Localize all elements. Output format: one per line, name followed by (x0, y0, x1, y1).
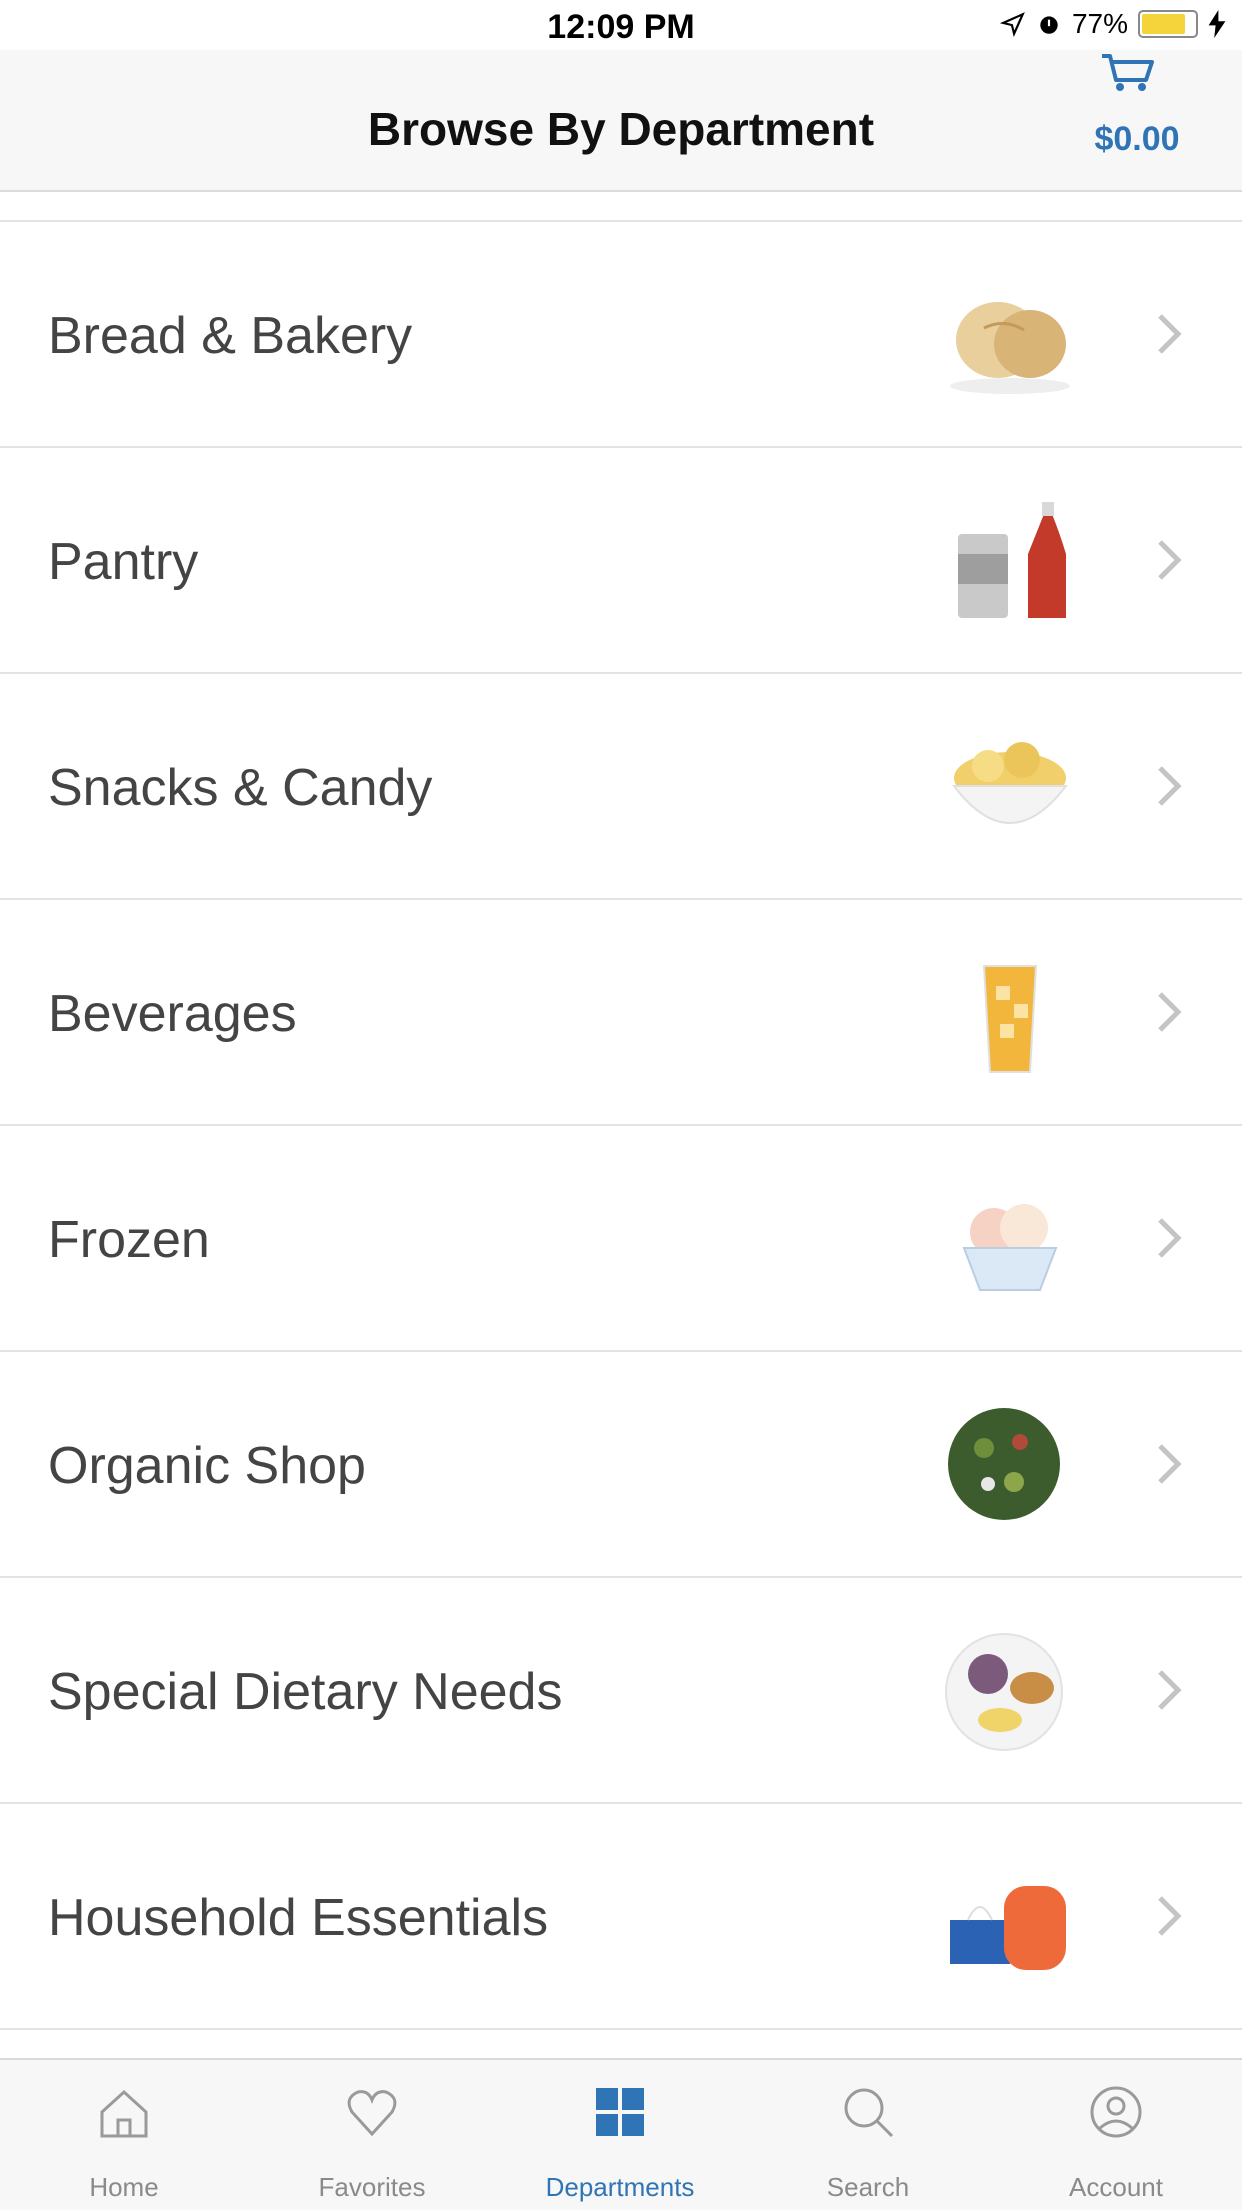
status-indicators: 77% (999, 8, 1226, 40)
chevron-right-icon (1158, 1896, 1182, 1936)
department-row-frozen[interactable]: Frozen (0, 1124, 1242, 1350)
department-label: Bread & Bakery (48, 307, 413, 365)
battery-icon (1138, 10, 1198, 38)
bread-image (950, 302, 1070, 394)
chevron-right-icon (1158, 992, 1182, 1032)
department-label: Snacks & Candy (48, 759, 433, 817)
chevron-right-icon (1158, 766, 1182, 806)
meal-plate-image (945, 1633, 1063, 1751)
ice-cream-image (962, 1204, 1058, 1291)
tab-bar: Home Favorites Departments Search Accoun… (0, 2058, 1242, 2210)
department-label: Pantry (48, 533, 199, 591)
department-row-bread-bakery[interactable]: Bread & Bakery (0, 220, 1242, 446)
search-icon (844, 2088, 894, 2138)
alarm-icon (1040, 16, 1058, 34)
chevron-right-icon (1158, 1218, 1182, 1258)
tab-home[interactable]: Home (0, 2060, 248, 2210)
department-row-household-essentials[interactable]: Household Essentials (0, 1802, 1242, 2028)
department-row-pantry[interactable]: Pantry (0, 446, 1242, 672)
department-row-beverages[interactable]: Beverages (0, 898, 1242, 1124)
account-icon (1090, 2086, 1142, 2138)
tissue-soap-image (950, 1886, 1066, 1970)
department-list: Bread & Bakery Pantry Snacks & Candy Bev… (0, 220, 1242, 2070)
status-bar: 12:09 PM 77% (0, 0, 1242, 50)
chevron-right-icon (1158, 540, 1182, 580)
page-header: Browse By Department $0.00 (0, 50, 1242, 192)
charging-bolt-icon (1208, 10, 1226, 38)
department-label: Organic Shop (48, 1437, 366, 1495)
chevron-right-icon (1158, 1444, 1182, 1484)
chevron-right-icon (1158, 1670, 1182, 1710)
cart-icon (1102, 54, 1154, 91)
iced-drink-image (982, 965, 1038, 1073)
department-row-snacks-candy[interactable]: Snacks & Candy (0, 672, 1242, 898)
department-row-organic-shop[interactable]: Organic Shop (0, 1350, 1242, 1576)
heart-icon (347, 2090, 397, 2137)
cart-total: $0.00 (1094, 120, 1180, 158)
salad-plate-image (948, 1408, 1060, 1520)
tab-label: Search (826, 2172, 910, 2202)
department-row-special-dietary-needs[interactable]: Special Dietary Needs (0, 1576, 1242, 1802)
tab-label: Home (89, 2172, 159, 2202)
battery-percent: 77% (1071, 8, 1128, 39)
chips-bowl-image (951, 742, 1069, 824)
tab-label: Departments (545, 2172, 695, 2202)
department-label: Beverages (48, 985, 297, 1043)
tab-label: Favorites (318, 2172, 426, 2202)
home-icon (100, 2089, 148, 2138)
pantry-cans-image (958, 502, 1066, 618)
department-label: Household Essentials (48, 1889, 549, 1947)
cart-button[interactable]: $0.00 (1082, 50, 1180, 158)
department-label: Special Dietary Needs (48, 1663, 563, 1721)
department-label: Frozen (48, 1211, 210, 1269)
tab-search[interactable]: Search (744, 2060, 992, 2210)
tab-account[interactable]: Account (992, 2060, 1240, 2210)
page-title: Browse By Department (367, 103, 875, 155)
chevron-right-icon (1158, 314, 1182, 354)
grid-icon (596, 2088, 644, 2136)
tab-departments[interactable]: Departments (496, 2060, 744, 2210)
tab-label: Account (1069, 2172, 1163, 2202)
location-arrow-icon (999, 12, 1025, 37)
tab-favorites[interactable]: Favorites (248, 2060, 496, 2210)
